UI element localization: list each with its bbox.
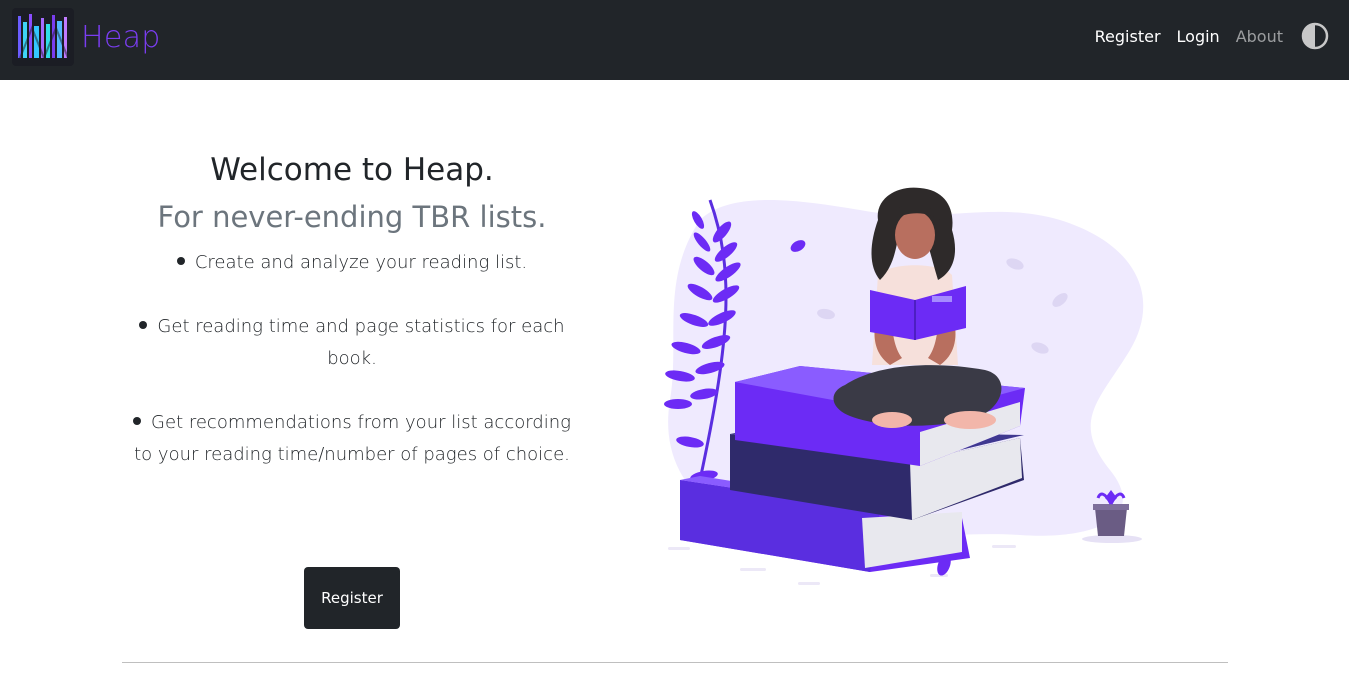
bullet-icon <box>139 321 148 329</box>
feature-list: Create and analyze your reading list. Ge… <box>110 247 594 471</box>
bullet-icon <box>176 257 185 265</box>
section-divider <box>122 662 1228 663</box>
heap-logo-icon <box>12 8 74 66</box>
hero-subtitle: For never-ending TBR lists. <box>157 200 547 234</box>
hero-register-button[interactable]: Register <box>304 567 400 629</box>
feature-item: Get recommendations from your list accor… <box>130 407 574 471</box>
hero-title: Welcome to Heap. <box>210 152 494 188</box>
nav-links: Register Login About <box>1079 18 1329 54</box>
contrast-icon[interactable] <box>1301 22 1329 50</box>
feature-text: Get reading time and page statistics for… <box>157 316 565 369</box>
feature-item: Get reading time and page statistics for… <box>130 311 574 375</box>
bullet-icon <box>133 417 142 425</box>
woman-reading-on-books-illustration <box>664 187 1144 585</box>
nav-register-link[interactable]: Register <box>1095 27 1161 46</box>
nav-login-link[interactable]: Login <box>1177 27 1220 46</box>
brand-link[interactable]: Heap <box>12 8 161 66</box>
brand-name: Heap <box>81 19 161 55</box>
feature-item: Create and analyze your reading list. <box>130 247 574 279</box>
nav-about-link[interactable]: About <box>1236 27 1283 46</box>
feature-text: Get recommendations from your list accor… <box>134 412 571 465</box>
top-navbar: Heap Register Login About <box>0 0 1349 80</box>
feature-text: Create and analyze your reading list. <box>194 252 528 273</box>
hero-text-section: Welcome to Heap. For never-ending TBR li… <box>110 150 594 503</box>
